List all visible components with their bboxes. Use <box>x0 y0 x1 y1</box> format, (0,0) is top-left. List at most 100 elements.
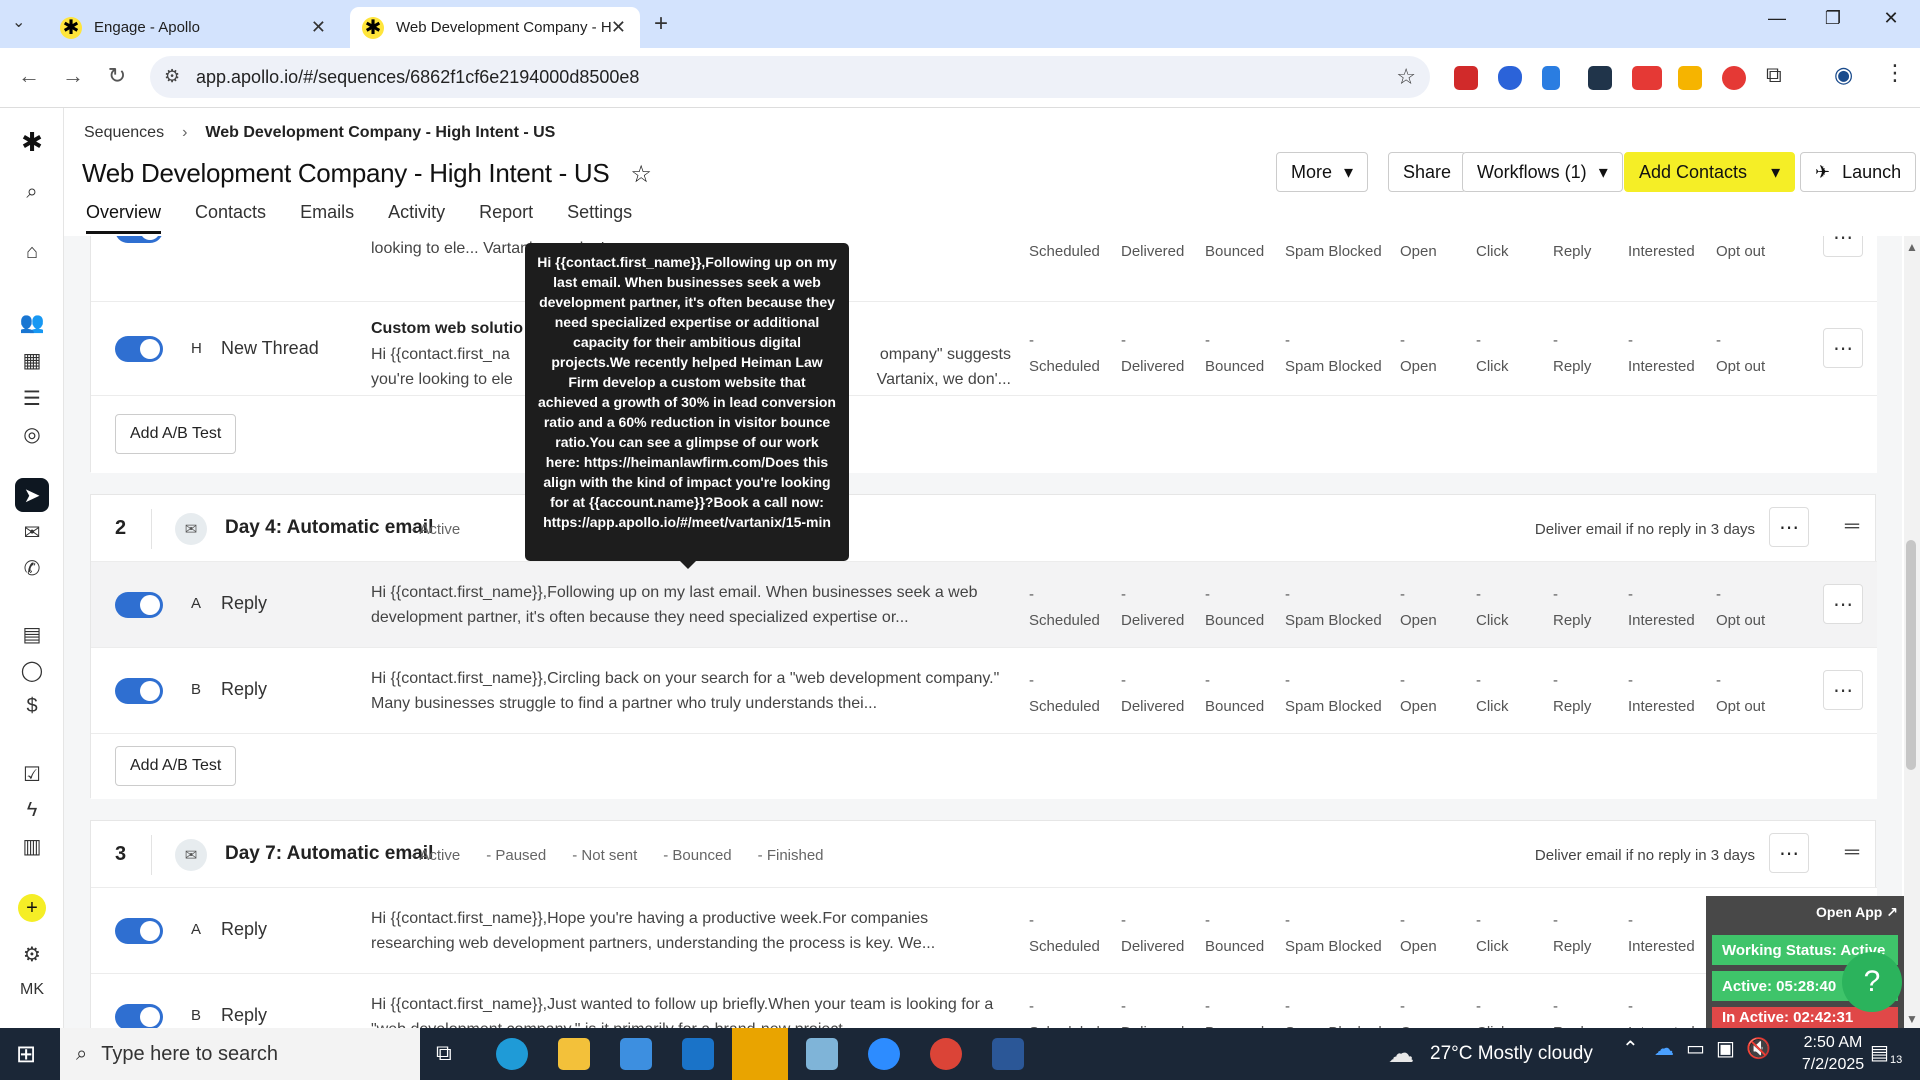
table-row[interactable]: A Reply Hi {{contact.first_name}},Follow… <box>91 561 1877 647</box>
edge-icon[interactable] <box>496 1038 528 1070</box>
table-row[interactable]: G New Thread Hi {{contact.first_name}},Y… <box>91 236 1877 301</box>
apollo-logo-icon[interactable]: ✱ <box>18 127 46 157</box>
drag-handle-icon[interactable]: ═ <box>1845 515 1859 538</box>
back-arrow-icon[interactable]: ← <box>14 63 44 89</box>
row-menu-button[interactable]: ⋯ <box>1823 236 1863 257</box>
analytics-chart-icon[interactable]: ▥ <box>18 832 46 860</box>
calendar-icon[interactable]: ▤ <box>18 620 46 648</box>
table-row[interactable]: H New Thread Custom web solutio Hi {{con… <box>91 301 1877 395</box>
mute-icon[interactable]: 🔇 <box>1746 1036 1771 1061</box>
clock-time[interactable]: 2:50 AM <box>1788 1034 1878 1052</box>
clock-date[interactable]: 7/2/2025 <box>1788 1056 1878 1074</box>
add-contacts-button[interactable]: Add Contacts ▾ <box>1624 152 1796 192</box>
workflows-button[interactable]: Workflows (1) ▾ <box>1462 152 1623 192</box>
conversations-icon[interactable]: ◯ <box>18 656 46 684</box>
tab-activity[interactable]: Activity <box>388 202 445 234</box>
tasks-checkbox-icon[interactable]: ☑ <box>18 760 46 788</box>
notification-icon[interactable]: ▤ <box>1870 1040 1889 1065</box>
settings-gear-icon[interactable]: ⚙ <box>18 940 46 968</box>
tab-emails[interactable]: Emails <box>300 202 354 234</box>
tab-contacts[interactable]: Contacts <box>195 202 266 234</box>
favorite-star-icon[interactable]: ☆ <box>630 161 652 188</box>
email-snippet[interactable]: Hi {{contact.first_name}},Circling back … <box>371 666 1011 716</box>
taskbar-search[interactable]: ⌕ Type here to search <box>60 1028 420 1080</box>
window-close-icon[interactable]: ✕ <box>1876 8 1906 29</box>
launch-button[interactable]: ✈ Launch <box>1800 152 1917 192</box>
notes-app-icon[interactable] <box>806 1038 838 1070</box>
lists-icon[interactable]: ☰ <box>18 384 46 412</box>
tab-report[interactable]: Report <box>479 202 533 234</box>
weather-text[interactable]: 27°C Mostly cloudy <box>1430 1043 1593 1065</box>
zoom-icon[interactable] <box>868 1038 900 1070</box>
task-view-icon[interactable]: ⧉ <box>436 1040 452 1066</box>
email-snippet[interactable]: Hi {{contact.first_name}},Hope you're ha… <box>371 906 1011 956</box>
maximize-icon[interactable]: ❐ <box>1818 8 1848 29</box>
email-snippet[interactable]: Hi {{contact.first_name}},Following up o… <box>371 580 1011 630</box>
open-app-link[interactable]: Open App ↗ <box>1816 904 1898 921</box>
new-badge-extension-icon[interactable] <box>1632 66 1662 90</box>
row-menu-button[interactable]: ⋯ <box>1823 670 1863 710</box>
browser-tab-engage[interactable]: ✱ Engage - Apollo ✕ <box>48 7 340 48</box>
people-icon[interactable]: 👥 <box>18 308 46 336</box>
variant-toggle[interactable] <box>115 592 163 618</box>
data-enrichment-icon[interactable]: ◎ <box>18 420 46 448</box>
email-snippet[interactable]: Hi {{contact.first_name}},Just wanted to… <box>371 992 1011 1028</box>
variant-toggle[interactable] <box>115 336 163 362</box>
network-icon[interactable]: ▣ <box>1716 1036 1735 1061</box>
reload-icon[interactable]: ↻ <box>102 63 132 89</box>
workflows-bolt-icon[interactable]: ϟ <box>18 796 46 824</box>
mail-icon[interactable]: ✉ <box>18 518 46 546</box>
row-menu-button[interactable]: ⋯ <box>1823 584 1863 624</box>
profile-icon[interactable]: ◉ <box>1834 62 1853 88</box>
document-extension-icon[interactable] <box>1542 66 1560 90</box>
file-explorer-icon[interactable] <box>558 1038 590 1070</box>
search-icon[interactable]: ⌕ <box>18 178 46 206</box>
windows-start-icon[interactable]: ⊞ <box>16 1040 36 1069</box>
add-ab-test-button[interactable]: Add A/B Test <box>115 746 237 786</box>
variant-toggle[interactable] <box>115 1004 163 1028</box>
tray-chevron-up-icon[interactable]: ⌃ <box>1622 1036 1639 1061</box>
companies-icon[interactable]: ▦ <box>18 346 46 374</box>
scrollbar-thumb[interactable] <box>1906 540 1916 770</box>
variant-toggle[interactable] <box>115 678 163 704</box>
more-button[interactable]: More ▾ <box>1276 152 1369 192</box>
deals-dollar-icon[interactable]: $ <box>18 692 46 720</box>
phone-icon[interactable]: ✆ <box>18 554 46 582</box>
pdf-extension-icon[interactable] <box>1454 66 1478 90</box>
extensions-puzzle-icon[interactable]: ⧉ <box>1766 62 1782 88</box>
word-icon[interactable] <box>992 1038 1024 1070</box>
battery-icon[interactable]: ▭ <box>1686 1036 1705 1061</box>
row-menu-button[interactable]: ⋯ <box>1823 328 1863 368</box>
step-title[interactable]: Day 7: Automatic email <box>225 843 433 865</box>
home-icon[interactable]: ⌂ <box>18 238 46 266</box>
avatar[interactable]: MK <box>18 976 46 1004</box>
scroll-down-arrow-icon[interactable]: ▼ <box>1906 1012 1918 1026</box>
variant-toggle[interactable] <box>115 236 163 243</box>
onedrive-icon[interactable]: ☁ <box>1654 1036 1674 1061</box>
bookmark-star-icon[interactable]: ☆ <box>1396 64 1416 90</box>
add-user-icon[interactable]: + <box>18 894 46 922</box>
email-subject[interactable]: Custom web solutio <box>371 320 523 338</box>
store-icon[interactable] <box>620 1038 652 1070</box>
variant-toggle[interactable] <box>115 918 163 944</box>
tab-settings[interactable]: Settings <box>567 202 632 234</box>
help-button[interactable]: ? <box>1842 952 1902 1012</box>
tab-overview[interactable]: Overview <box>86 202 162 234</box>
step-menu-button[interactable]: ⋯ <box>1769 833 1809 873</box>
forward-arrow-icon[interactable]: → <box>58 63 88 89</box>
site-settings-icon[interactable]: ⚙ <box>164 66 180 87</box>
tab-search-dropdown-icon[interactable]: ⌄ <box>12 12 25 32</box>
sticky-notes-icon[interactable] <box>732 1028 788 1080</box>
folder-extension-icon[interactable] <box>1588 66 1612 90</box>
browser-tab-active[interactable]: ✱ Web Development Company - H ✕ <box>350 7 640 48</box>
step-menu-button[interactable]: ⋯ <box>1769 507 1809 547</box>
rating-extension-icon[interactable] <box>1678 66 1702 90</box>
chrome-icon[interactable] <box>930 1038 962 1070</box>
mail-app-icon[interactable] <box>682 1038 714 1070</box>
new-tab-plus-icon[interactable]: + <box>654 10 668 38</box>
address-bar[interactable]: ⚙ app.apollo.io/#/sequences/6862f1cf6e21… <box>150 56 1430 98</box>
add-ab-test-button[interactable]: Add A/B Test <box>115 414 237 454</box>
browser-menu-icon[interactable]: ⋮ <box>1884 60 1906 86</box>
pokeball-extension-icon[interactable] <box>1722 66 1746 90</box>
scroll-up-arrow-icon[interactable]: ▲ <box>1906 240 1918 254</box>
